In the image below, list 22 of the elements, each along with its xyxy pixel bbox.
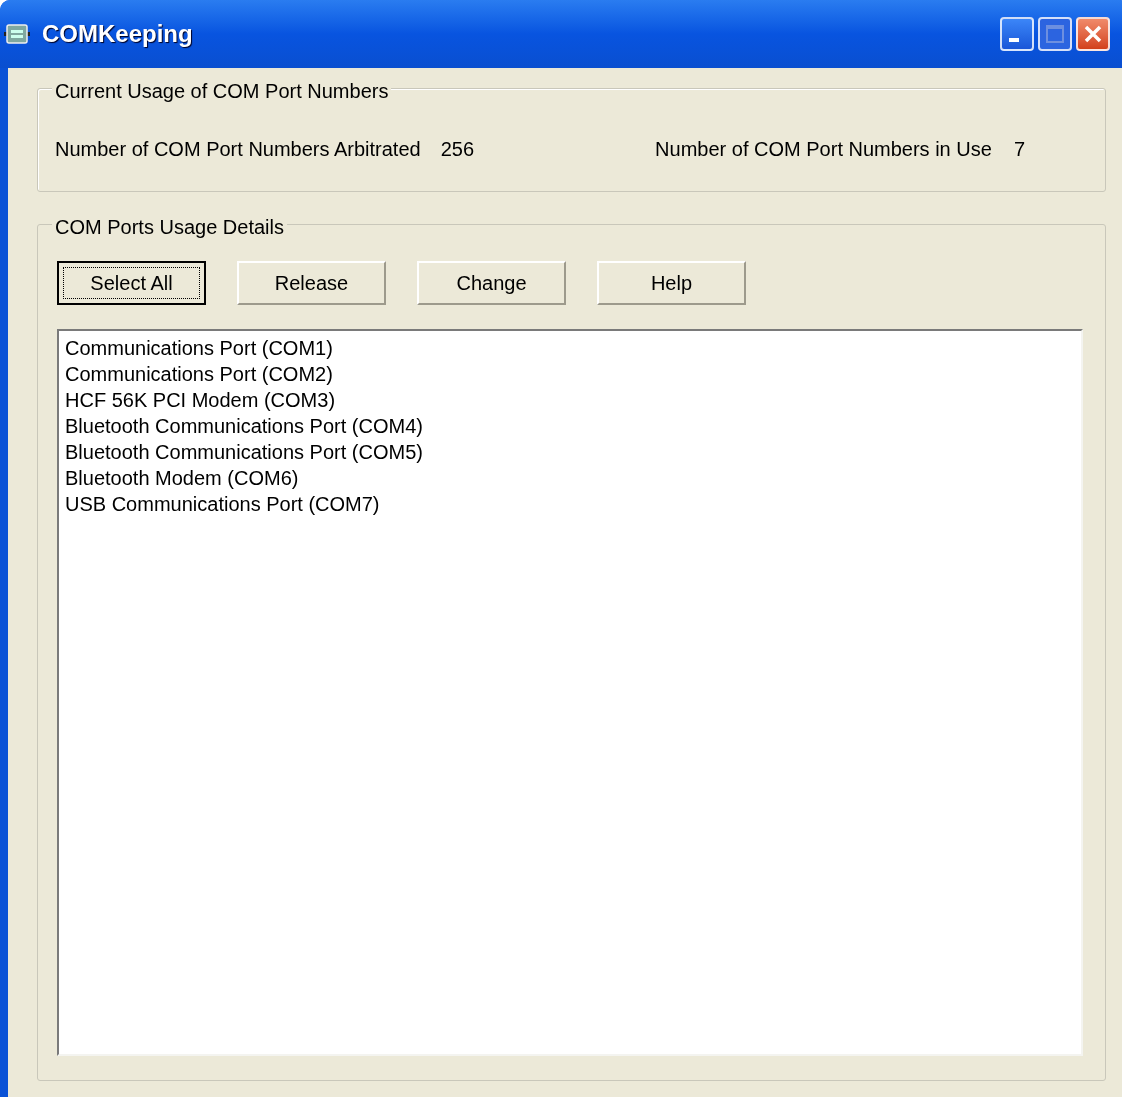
arbitrated-label: Number of COM Port Numbers Arbitrated <box>55 137 421 162</box>
port-item[interactable]: USB Communications Port (COM7) <box>65 491 380 517</box>
close-icon <box>1083 24 1103 44</box>
minimize-icon <box>1009 38 1019 42</box>
port-item[interactable]: HCF 56K PCI Modem (COM3) <box>65 387 336 413</box>
port-item[interactable]: Communications Port (COM1) <box>65 335 333 361</box>
app-icon <box>4 24 30 44</box>
port-item[interactable]: Bluetooth Communications Port (COM4) <box>65 413 423 439</box>
port-item[interactable]: Bluetooth Modem (COM6) <box>65 465 299 491</box>
close-button[interactable] <box>1076 17 1110 51</box>
arbitrated-value: 256 <box>440 137 475 162</box>
toolbar-button[interactable]: Change <box>417 261 566 305</box>
in-use-label: Number of COM Port Numbers in Use <box>655 137 992 162</box>
toolbar-button[interactable]: Select All <box>57 261 206 305</box>
in-use-value: 7 <box>1013 137 1025 162</box>
toolbar-button[interactable]: Help <box>597 261 746 305</box>
toolbar-button[interactable]: Release <box>237 261 386 305</box>
maximize-icon <box>1045 24 1065 44</box>
window-title: COMKeeping <box>42 19 194 49</box>
port-item[interactable]: Communications Port (COM2) <box>65 361 333 387</box>
minimize-button[interactable] <box>1000 17 1034 51</box>
port-item[interactable]: Bluetooth Communications Port (COM5) <box>65 439 423 465</box>
